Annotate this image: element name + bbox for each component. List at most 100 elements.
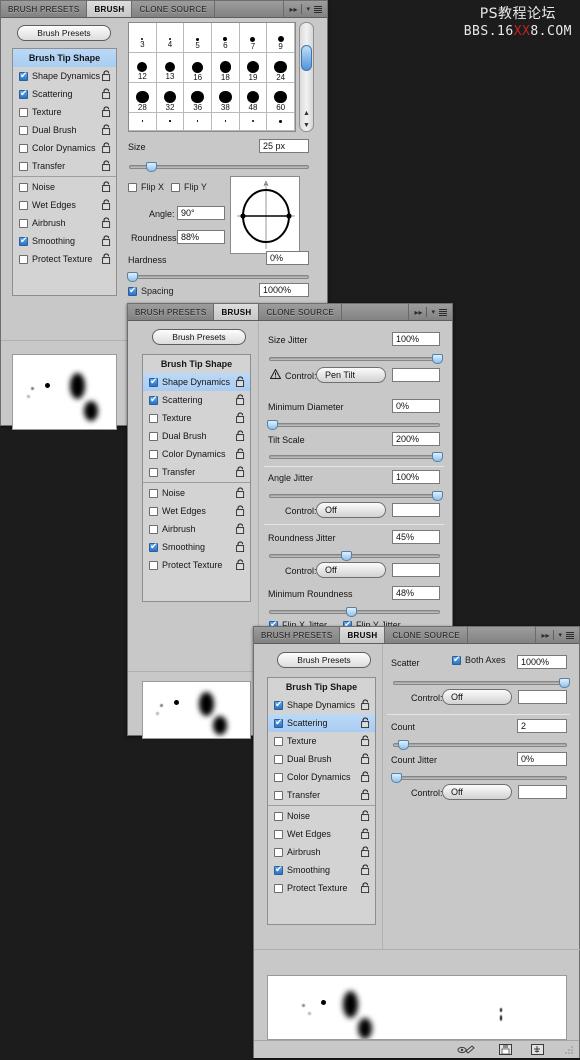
option-row-noise[interactable]: Noise: [268, 807, 375, 825]
option-checkbox[interactable]: [19, 182, 28, 192]
option-row-brush-tip-shape[interactable]: Brush Tip Shape: [13, 49, 116, 67]
chevron-down-icon[interactable]: ▾: [558, 631, 562, 639]
tab-brush-presets-3[interactable]: BRUSH PRESETS: [254, 627, 341, 643]
option-row-airbrush[interactable]: Airbrush: [13, 214, 116, 232]
lock-icon[interactable]: [361, 735, 370, 747]
option-checkbox[interactable]: [274, 847, 283, 857]
option-checkbox[interactable]: [149, 560, 158, 570]
tab-clone-source-2[interactable]: CLONE SOURCE: [259, 304, 343, 320]
option-row-texture[interactable]: Texture: [13, 103, 116, 121]
option-row-scattering[interactable]: Scattering: [13, 85, 116, 103]
roundness-value[interactable]: 88%: [177, 230, 225, 244]
count-value[interactable]: 2: [517, 719, 567, 733]
brush-tip-cell[interactable]: 48: [239, 83, 268, 113]
angle-value[interactable]: 90°: [177, 206, 225, 220]
option-checkbox[interactable]: [149, 449, 158, 459]
lock-icon[interactable]: [102, 253, 111, 265]
option-checkbox[interactable]: [274, 883, 283, 893]
lock-icon[interactable]: [236, 487, 245, 499]
option-checkbox[interactable]: [19, 235, 28, 246]
double-arrow-icon[interactable]: [541, 631, 549, 640]
option-checkbox[interactable]: [274, 699, 283, 710]
option-row-shape-dynamics[interactable]: Shape Dynamics: [268, 696, 375, 714]
scrollbar-thumb[interactable]: [301, 45, 312, 71]
panel-menu-icon[interactable]: [439, 308, 447, 316]
brush-tip-cell[interactable]: 32: [156, 83, 185, 113]
option-checkbox[interactable]: [149, 541, 158, 552]
scatter-control-2-extra-field[interactable]: [518, 785, 567, 799]
tab-brush-2[interactable]: BRUSH: [214, 304, 260, 320]
option-row-scattering[interactable]: Scattering: [268, 714, 375, 732]
panel3-option-list[interactable]: Brush Tip Shape Shape Dynamics Scattering T…: [267, 677, 376, 925]
option-checkbox[interactable]: [274, 790, 283, 800]
lock-icon[interactable]: [102, 160, 111, 172]
brush-tip-cell[interactable]: 6: [212, 23, 240, 53]
brush-tip-cell[interactable]: 38: [212, 83, 240, 113]
slider-knob[interactable]: [432, 354, 443, 364]
slider-track[interactable]: [129, 275, 309, 279]
slider-knob[interactable]: [145, 162, 157, 172]
chevron-down-icon[interactable]: ▾: [306, 5, 310, 13]
option-checkbox[interactable]: [19, 218, 28, 228]
panel-menu-icon[interactable]: [314, 5, 322, 13]
control-2-extra-field[interactable]: [392, 503, 440, 517]
lock-icon[interactable]: [102, 70, 111, 82]
hardness-slider[interactable]: [127, 272, 309, 282]
brush-tip-grid[interactable]: 3 4 5 6 7 9 12 13 16 18 19 24 28 32 36 38 48 60: [128, 22, 296, 132]
resize-grip-icon[interactable]: [562, 1045, 576, 1057]
lock-icon[interactable]: [361, 699, 370, 711]
lock-icon[interactable]: [236, 559, 245, 571]
option-checkbox[interactable]: [149, 431, 158, 441]
slider-track[interactable]: [269, 554, 440, 558]
lock-icon[interactable]: [361, 717, 370, 729]
slider-knob[interactable]: [398, 740, 410, 750]
lock-icon[interactable]: [102, 181, 111, 193]
option-row-noise[interactable]: Noise: [13, 178, 116, 196]
option-checkbox[interactable]: [19, 107, 28, 117]
tab-brush-3[interactable]: BRUSH: [340, 627, 386, 643]
slider-knob[interactable]: [346, 607, 358, 617]
brush-tip-cell[interactable]: [129, 113, 157, 131]
option-row-color-dynamics[interactable]: Color Dynamics: [143, 445, 250, 463]
brush-presets-button-3[interactable]: Brush Presets: [277, 652, 371, 668]
scatter-slider[interactable]: [393, 678, 570, 688]
angle-jitter-value[interactable]: 100%: [392, 470, 440, 484]
option-checkbox[interactable]: [149, 467, 158, 477]
option-row-airbrush[interactable]: Airbrush: [143, 520, 250, 538]
option-row-airbrush[interactable]: Airbrush: [268, 843, 375, 861]
lock-icon[interactable]: [236, 394, 245, 406]
slider-track[interactable]: [393, 776, 567, 780]
brush-tip-cell[interactable]: 19: [239, 53, 268, 83]
option-row-smoothing[interactable]: Smoothing: [268, 861, 375, 879]
option-row-transfer[interactable]: Transfer: [143, 463, 250, 481]
brush-tip-cell[interactable]: [267, 113, 295, 131]
lock-icon[interactable]: [361, 771, 370, 783]
slider-knob[interactable]: [432, 452, 443, 462]
control-3-extra-field[interactable]: [392, 563, 440, 577]
option-checkbox[interactable]: [274, 772, 283, 782]
lock-icon[interactable]: [102, 199, 111, 211]
slider-knob[interactable]: [432, 491, 443, 501]
lock-icon[interactable]: [236, 448, 245, 460]
roundness-jitter-slider[interactable]: [269, 551, 440, 561]
brush-tip-cell[interactable]: 36: [184, 83, 212, 113]
brush-tip-cell[interactable]: 3: [129, 23, 157, 53]
option-row-wet-edges[interactable]: Wet Edges: [143, 502, 250, 520]
panel-menu-icon[interactable]: [566, 631, 574, 639]
lock-icon[interactable]: [102, 235, 111, 247]
lock-icon[interactable]: [361, 864, 370, 876]
brush-grid-scrollbar[interactable]: ▲ ▼: [299, 22, 314, 132]
option-row-wet-edges[interactable]: Wet Edges: [268, 825, 375, 843]
lock-icon[interactable]: [236, 430, 245, 442]
lock-icon[interactable]: [361, 789, 370, 801]
option-checkbox[interactable]: [149, 488, 158, 498]
lock-icon[interactable]: [361, 753, 370, 765]
scatter-value[interactable]: 1000%: [517, 655, 567, 669]
slider-track[interactable]: [269, 494, 440, 498]
option-row-transfer[interactable]: Transfer: [13, 157, 116, 175]
option-row-shape-dynamics[interactable]: Shape Dynamics: [143, 373, 250, 391]
scroll-down-arrow-icon[interactable]: ▼: [300, 122, 313, 129]
slider-knob[interactable]: [127, 272, 138, 282]
brush-tip-cell[interactable]: 13: [156, 53, 185, 83]
option-checkbox[interactable]: [19, 200, 28, 210]
